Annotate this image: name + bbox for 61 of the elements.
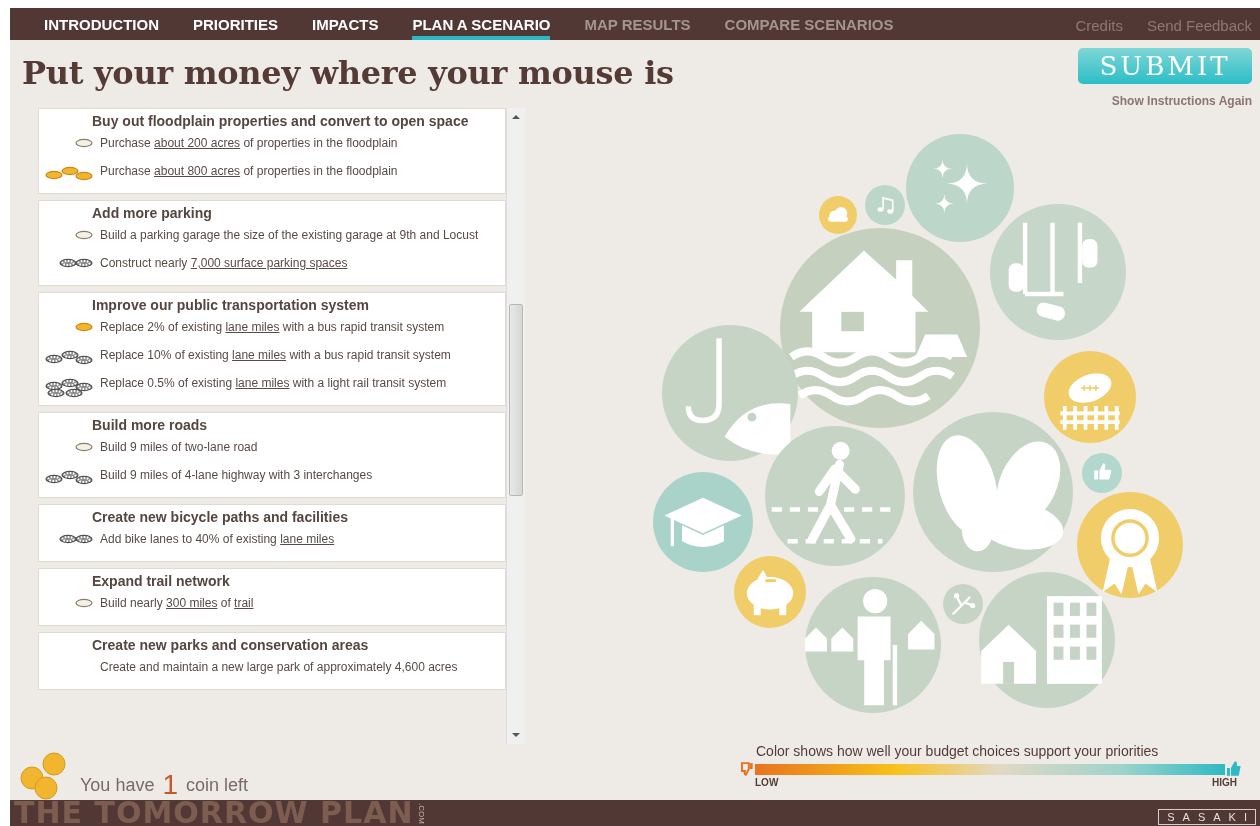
option-text[interactable]: Add bike lanes to 40% of existing lane miles <box>100 532 335 547</box>
scrollbar[interactable] <box>506 108 525 744</box>
option-text[interactable]: Replace 10% of existing lane miles with a bus rapid transit system <box>100 348 451 363</box>
graduation-cap-icon[interactable] <box>653 472 753 572</box>
partner-logo: SASAKI <box>1158 809 1256 825</box>
term-link[interactable]: lane miles <box>235 376 290 390</box>
term-link[interactable]: about 200 acres <box>154 136 241 150</box>
project-heading: Improve our public transportation system <box>92 297 370 313</box>
coin-count: 1 <box>162 770 178 800</box>
ribbon-award-icon[interactable] <box>1077 492 1183 598</box>
elderly-person-icon[interactable] <box>805 577 941 713</box>
option-text[interactable]: Create and maintain a new large park of approximately 4,600 acres <box>100 660 458 675</box>
term-link[interactable]: 7,000 surface parking spaces <box>190 256 348 270</box>
stars-icon[interactable] <box>906 134 1014 242</box>
term-link[interactable]: trail <box>234 596 254 610</box>
tree-icon[interactable] <box>943 584 983 624</box>
term-link[interactable]: lane miles <box>232 348 287 362</box>
option-text[interactable]: Build a parking garage the size of the existing garage at 9th and Locust <box>100 228 479 243</box>
option-text[interactable]: Purchase about 200 acres of properties in the floodplain <box>100 136 398 151</box>
parking-lot-icon[interactable] <box>990 204 1126 340</box>
term-link[interactable]: lane miles <box>225 320 280 334</box>
budget-label: You have <box>80 775 155 797</box>
term-link[interactable]: lane miles <box>280 532 335 546</box>
football-icon[interactable] <box>1044 351 1136 443</box>
project-heading: Create new bicycle paths and facilities <box>92 509 349 525</box>
project-heading: Expand trail network <box>92 573 231 589</box>
option-text[interactable]: Build nearly 300 miles of trail <box>100 596 254 611</box>
nav-tab[interactable]: PLAN A SCENARIO <box>412 8 551 40</box>
scale-low-label: LOW <box>755 777 779 788</box>
nav-tab[interactable]: INTRODUCTION <box>44 8 159 40</box>
thumbs-up-icon[interactable] <box>1082 453 1122 493</box>
legend-caption: Color shows how well your budget choices support your priorities <box>756 743 1160 759</box>
page-title: Put your money where your mouse is <box>22 54 674 94</box>
thumbs-up-icon <box>1227 761 1241 777</box>
project-heading: Buy out floodplain properties and convert to open space <box>92 113 470 129</box>
cloud-icon[interactable] <box>819 196 857 234</box>
nav-tab[interactable]: IMPACTS <box>312 8 379 40</box>
option-text[interactable]: Build 9 miles of 4-lane highway with 3 interchanges <box>100 468 373 483</box>
piggy-bank-icon[interactable] <box>734 556 806 628</box>
fish-hook-icon[interactable] <box>662 325 798 461</box>
thumbs-down-icon <box>741 762 753 776</box>
butterfly-icon[interactable] <box>913 412 1073 572</box>
option-text[interactable]: Construct nearly 7,000 surface parking spaces <box>100 256 348 271</box>
term-link[interactable]: 300 miles <box>166 596 218 610</box>
instructions-link[interactable]: Show Instructions Again <box>1111 94 1252 108</box>
scale-high-label: HIGH <box>1212 777 1237 788</box>
project-heading: Create new parks and conservation areas <box>92 637 370 653</box>
brand-suffix: .COM <box>416 802 426 824</box>
term-link[interactable]: about 800 acres <box>154 164 241 178</box>
house-flood-icon[interactable] <box>780 228 980 428</box>
music-notes-icon[interactable] <box>865 185 905 225</box>
option-text[interactable]: Purchase about 800 acres of properties in the floodplain <box>100 164 398 179</box>
option-text[interactable]: Replace 2% of existing lane miles with a bus rapid transit system <box>100 320 445 335</box>
option-text[interactable]: Replace 0.5% of existing lane miles with a light rail transit system <box>100 376 447 391</box>
project-heading: Add more parking <box>92 205 213 221</box>
budget-label: coin left <box>186 775 249 797</box>
nav-tab[interactable]: PRIORITIES <box>193 8 278 40</box>
pedestrian-icon[interactable] <box>765 426 905 566</box>
house-building-icon[interactable] <box>979 572 1115 708</box>
option-text[interactable]: Build 9 miles of two-lane road <box>100 440 258 455</box>
project-heading: Build more roads <box>92 417 209 433</box>
